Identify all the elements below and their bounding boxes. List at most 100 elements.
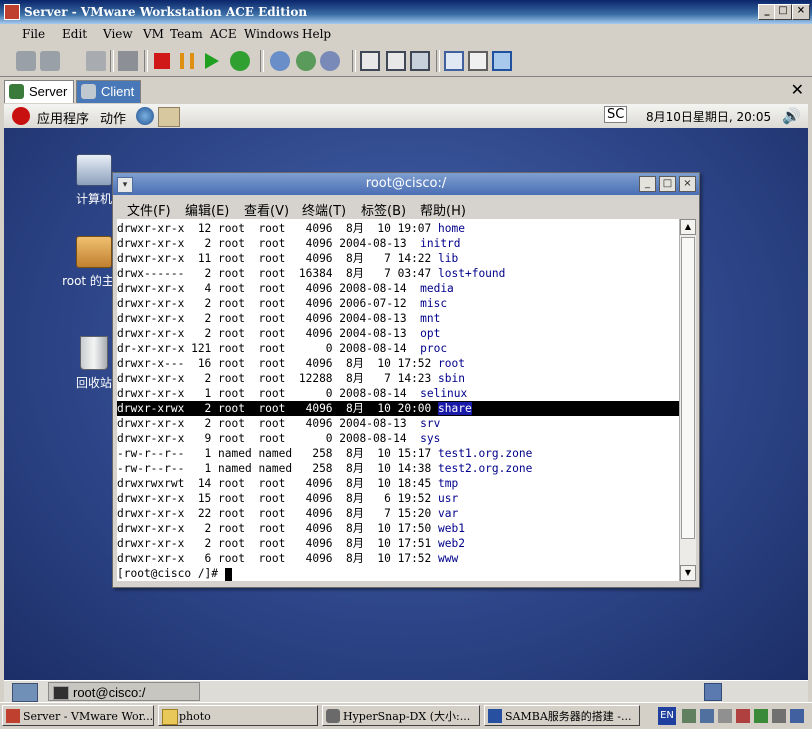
- terminal-menu-terminal[interactable]: 终端(T): [302, 200, 346, 219]
- revert-snapshot-icon[interactable]: [40, 51, 60, 71]
- reset-icon[interactable]: [230, 51, 250, 71]
- terminal-line[interactable]: drwxr-xr-x 2 root root 4096 2006-07-12 m…: [117, 296, 679, 311]
- manage-snapshots-icon[interactable]: [320, 51, 340, 71]
- terminal-line[interactable]: drwxr-xr-x 2 root root 4096 8月 10 17:51 …: [117, 536, 679, 551]
- revert-icon[interactable]: [296, 51, 316, 71]
- taskbar-photo-button[interactable]: photo: [158, 705, 318, 726]
- close-tab-icon[interactable]: ✕: [791, 80, 804, 99]
- tab-server[interactable]: Server: [4, 80, 75, 103]
- mail-icon[interactable]: [158, 107, 180, 127]
- tab-client[interactable]: Client: [76, 80, 142, 103]
- console-view-icon[interactable]: [444, 51, 464, 71]
- power-on-icon[interactable]: [205, 53, 220, 69]
- summary-view-icon[interactable]: [468, 51, 488, 71]
- terminal-output[interactable]: drwxr-xr-x 12 root root 4096 8月 10 19:07…: [117, 219, 679, 581]
- terminal-menu-file[interactable]: 文件(F): [127, 200, 171, 219]
- terminal-line[interactable]: drwxr-x--- 16 root root 4096 8月 10 17:52…: [117, 356, 679, 371]
- input-method-indicator[interactable]: SC: [604, 106, 628, 123]
- menu-windows[interactable]: Windows: [244, 27, 299, 41]
- tab-server-label: Server: [29, 84, 68, 99]
- terminal-line[interactable]: dr-xr-xr-x 121 root root 0 2008-08-14 pr…: [117, 341, 679, 356]
- terminal-line[interactable]: drwxr-xr-x 11 root root 4096 8月 7 14:22 …: [117, 251, 679, 266]
- full-screen-icon[interactable]: [410, 51, 430, 71]
- taskbar-terminal-button[interactable]: root@cisco:/: [48, 682, 200, 701]
- snapshot-manager-icon[interactable]: [86, 51, 106, 71]
- clock[interactable]: 8月10日星期日, 20:05: [646, 108, 771, 125]
- tray-icon-4[interactable]: [736, 709, 750, 723]
- workspace-switcher-icon[interactable]: [704, 683, 722, 701]
- show-sidebar-icon[interactable]: [360, 51, 380, 71]
- language-indicator[interactable]: EN: [658, 707, 676, 725]
- window-menu-icon[interactable]: ▾: [117, 177, 133, 193]
- terminal-line[interactable]: drwxr-xr-x 2 root root 4096 2004-08-13 i…: [117, 236, 679, 251]
- scrollbar-thumb[interactable]: [681, 237, 695, 539]
- taskbar-samba-button[interactable]: SAMBA服务器的搭建 -...: [484, 705, 640, 726]
- terminal-minimize-button[interactable]: _: [639, 176, 656, 192]
- suspend-icon[interactable]: [180, 53, 194, 69]
- terminal-maximize-button[interactable]: □: [659, 176, 676, 192]
- close-button[interactable]: ×: [792, 4, 810, 20]
- taskbar-vmware-button[interactable]: Server - VMware Wor...: [2, 705, 154, 726]
- menu-help[interactable]: Help: [302, 27, 331, 41]
- terminal-menu-view[interactable]: 查看(V): [244, 200, 289, 219]
- applications-menu[interactable]: 应用程序: [37, 108, 89, 127]
- redhat-icon[interactable]: [12, 107, 30, 125]
- terminal-scrollbar[interactable]: ▲ ▼: [679, 219, 696, 581]
- tray-icon-7[interactable]: [790, 709, 804, 723]
- volume-icon[interactable]: 🔊: [782, 107, 801, 125]
- tray-icon-2[interactable]: [700, 709, 714, 723]
- menu-file[interactable]: File: [22, 27, 45, 41]
- toolbar-separator: [110, 50, 114, 72]
- menu-edit[interactable]: Edit: [62, 27, 87, 41]
- taskbar-hypersnap-button[interactable]: HyperSnap-DX (大小:...: [322, 705, 480, 726]
- appliance-view-icon[interactable]: [492, 51, 512, 71]
- scroll-down-icon[interactable]: ▼: [680, 565, 696, 581]
- snapshot-icon[interactable]: [16, 51, 36, 71]
- tray-icon-3[interactable]: [718, 709, 732, 723]
- terminal-menu-help[interactable]: 帮助(H): [420, 200, 466, 219]
- shell-prompt[interactable]: [root@cisco /]#: [117, 566, 679, 581]
- terminal-close-button[interactable]: ×: [679, 176, 696, 192]
- terminal-line[interactable]: drwxr-xr-x 22 root root 4096 8月 7 15:20 …: [117, 506, 679, 521]
- tray-icon-5[interactable]: [754, 709, 768, 723]
- terminal-line[interactable]: drwxr-xr-x 2 root root 4096 2004-08-13 o…: [117, 326, 679, 341]
- menu-vm[interactable]: VM: [143, 27, 164, 41]
- terminal-line[interactable]: drwxr-xr-x 1 root root 0 2008-08-14 seli…: [117, 386, 679, 401]
- maximize-button[interactable]: □: [774, 4, 792, 20]
- terminal-menu-tabs[interactable]: 标签(B): [361, 200, 406, 219]
- window-title-bar[interactable]: Server - VMware Workstation ACE Edition …: [0, 0, 812, 24]
- terminal-menu-edit[interactable]: 编辑(E): [185, 200, 229, 219]
- scroll-up-icon[interactable]: ▲: [680, 219, 696, 235]
- terminal-line[interactable]: drwx------ 2 root root 16384 8月 7 03:47 …: [117, 266, 679, 281]
- toolbar-separator: [144, 50, 148, 72]
- vm-icon: [9, 84, 24, 99]
- terminal-line[interactable]: drwxr-xr-x 2 root root 4096 8月 10 17:50 …: [117, 521, 679, 536]
- take-snapshot-icon[interactable]: [270, 51, 290, 71]
- terminal-line[interactable]: drwxr-xr-x 2 root root 4096 2004-08-13 m…: [117, 311, 679, 326]
- terminal-line[interactable]: drwxr-xr-x 2 root root 12288 8月 7 14:23 …: [117, 371, 679, 386]
- show-desktop-icon[interactable]: [12, 683, 38, 702]
- terminal-line[interactable]: drwxr-xr-x 12 root root 4096 8月 10 19:07…: [117, 221, 679, 236]
- terminal-window[interactable]: ▾ root@cisco:/ _ □ × 文件(F) 编辑(E) 查看(V) 终…: [112, 172, 700, 588]
- terminal-line[interactable]: -rw-r--r-- 1 named named 258 8月 10 14:38…: [117, 461, 679, 476]
- tray-icon-1[interactable]: [682, 709, 696, 723]
- terminal-line[interactable]: drwxr-xr-x 2 root root 4096 2004-08-13 s…: [117, 416, 679, 431]
- terminal-line[interactable]: drwxr-xr-x 9 root root 0 2008-08-14 sys: [117, 431, 679, 446]
- terminal-line[interactable]: -rw-r--r-- 1 named named 258 8月 10 15:17…: [117, 446, 679, 461]
- terminal-line[interactable]: drwxrwxrwt 14 root root 4096 8月 10 18:45…: [117, 476, 679, 491]
- summary-icon[interactable]: [118, 51, 138, 71]
- menu-ace[interactable]: ACE: [210, 27, 237, 41]
- terminal-line[interactable]: drwxr-xr-x 4 root root 4096 2008-08-14 m…: [117, 281, 679, 296]
- menu-team[interactable]: Team: [170, 27, 203, 41]
- terminal-line[interactable]: drwxr-xr-x 15 root root 4096 8月 6 19:52 …: [117, 491, 679, 506]
- terminal-line[interactable]: drwxr-xr-x 6 root root 4096 8月 10 17:52 …: [117, 551, 679, 566]
- file-name: root: [438, 357, 465, 370]
- terminal-line[interactable]: drwxr-xrwx 2 root root 4096 8月 10 20:00 …: [117, 401, 679, 416]
- web-browser-icon[interactable]: [136, 107, 154, 125]
- tray-icon-6[interactable]: [772, 709, 786, 723]
- quick-switch-icon[interactable]: [386, 51, 406, 71]
- menu-view[interactable]: View: [103, 27, 133, 41]
- power-off-icon[interactable]: [154, 53, 170, 69]
- terminal-title-bar[interactable]: ▾ root@cisco:/ _ □ ×: [113, 173, 699, 195]
- actions-menu[interactable]: 动作: [100, 108, 126, 127]
